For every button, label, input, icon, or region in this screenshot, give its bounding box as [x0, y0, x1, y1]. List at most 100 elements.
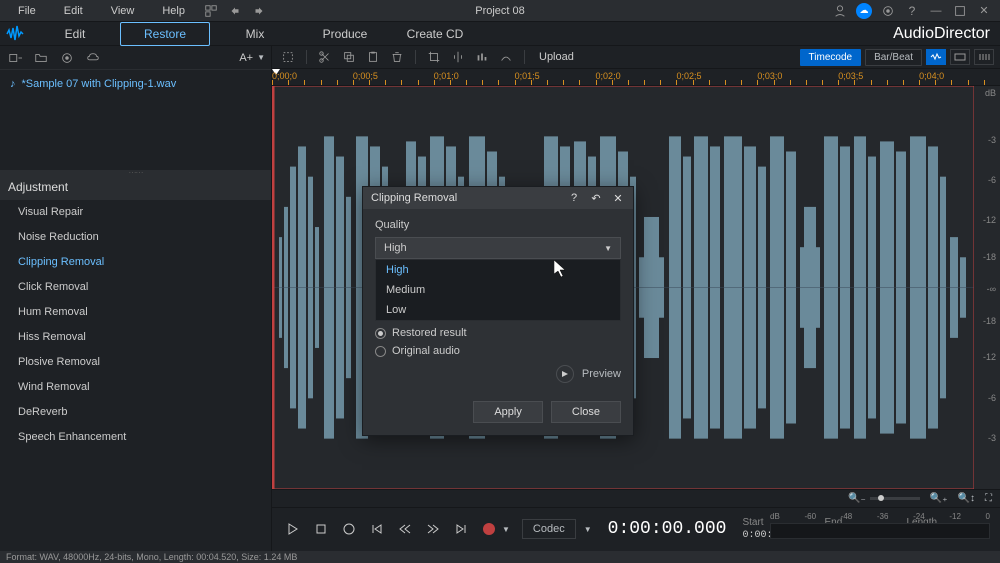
play-button[interactable] [282, 518, 304, 540]
dialog-close-icon[interactable]: ✕ [611, 192, 625, 205]
skip-start-button[interactable] [366, 518, 388, 540]
adj-noise-reduction[interactable]: Noise Reduction [0, 225, 271, 250]
menu-file[interactable]: File [4, 2, 50, 20]
dialog-title: Clipping Removal [371, 192, 457, 204]
timeline-tick: 0;00;0 [272, 71, 297, 81]
undo-icon[interactable] [227, 3, 243, 19]
file-list: ♪ *Sample 07 with Clipping-1.wav [0, 70, 271, 170]
zoom-v-icon[interactable]: 🔍↕ [958, 493, 975, 504]
normalize-icon[interactable] [472, 47, 492, 67]
library-icon[interactable] [203, 3, 219, 19]
timecode-toggle[interactable]: Timecode [800, 49, 862, 66]
split-icon[interactable] [448, 47, 468, 67]
timeline-tick: 0;02;5 [676, 71, 701, 81]
tab-mix[interactable]: Mix [210, 23, 300, 45]
adj-visual-repair[interactable]: Visual Repair [0, 200, 271, 225]
apply-button[interactable]: Apply [473, 401, 543, 423]
skip-end-button[interactable] [450, 518, 472, 540]
crop-icon[interactable] [424, 47, 444, 67]
meter-scale: -48 [841, 512, 853, 521]
loop-button[interactable] [338, 518, 360, 540]
user-icon[interactable] [832, 3, 848, 19]
timecode-display: 0:00:00.000 [608, 519, 727, 539]
view-btn-1[interactable] [926, 49, 946, 65]
minimize-icon[interactable]: — [928, 3, 944, 19]
adj-clipping-removal[interactable]: Clipping Removal [0, 250, 271, 275]
zoom-out-h-icon[interactable]: 🔍₋ [848, 493, 920, 504]
timeline-tick: 0;03;0 [757, 71, 782, 81]
dialog-reset-icon[interactable]: ↶ [589, 192, 603, 205]
cut-icon[interactable] [315, 47, 335, 67]
settings-icon[interactable] [880, 3, 896, 19]
codec-button[interactable]: Codec [522, 519, 576, 539]
view-btn-2[interactable] [950, 49, 970, 65]
upload-button[interactable]: Upload [533, 49, 580, 65]
tab-restore[interactable]: Restore [120, 22, 210, 46]
font-dropdown-icon[interactable]: ▼ [257, 53, 265, 62]
menu-bar: File Edit View Help Project 08 ☁ ? — ✕ [0, 0, 1000, 22]
codec-dropdown-icon[interactable]: ▼ [584, 525, 592, 534]
barbeat-toggle[interactable]: Bar/Beat [865, 49, 922, 66]
original-radio-row[interactable]: Original audio [375, 345, 621, 357]
radio-on-icon [375, 328, 386, 339]
paste-icon[interactable] [363, 47, 383, 67]
adj-wind-removal[interactable]: Wind Removal [0, 375, 271, 400]
quality-opt-low[interactable]: Low [376, 300, 620, 320]
help-icon[interactable]: ? [904, 3, 920, 19]
timeline-ruler[interactable]: 0;00;00;00;50;01;00;01;50;02;00;02;50;03… [272, 69, 1000, 86]
preview-play-button[interactable] [556, 365, 574, 383]
adj-dereverb[interactable]: DeReverb [0, 400, 271, 425]
brand-label: AudioDirector [893, 25, 990, 43]
close-button[interactable]: Close [551, 401, 621, 423]
view-btn-3[interactable] [974, 49, 994, 65]
folder-icon[interactable] [32, 49, 50, 67]
tab-produce[interactable]: Produce [300, 23, 390, 45]
download-cloud-icon[interactable] [84, 49, 102, 67]
menu-view[interactable]: View [97, 2, 149, 20]
dialog-help-icon[interactable]: ? [567, 192, 581, 205]
record-icon[interactable] [58, 49, 76, 67]
mode-tabs: Edit Restore Mix Produce Create CD Audio… [0, 22, 1000, 46]
zoom-in-h-icon[interactable]: 🔍₊ [930, 493, 948, 504]
db-label: -3 [988, 135, 996, 145]
timeline-tick: 0;00;5 [353, 71, 378, 81]
forward-button[interactable] [422, 518, 444, 540]
tab-edit[interactable]: Edit [30, 23, 120, 45]
redo-icon[interactable] [251, 3, 267, 19]
main-toolbar: Upload Timecode Bar/Beat [272, 46, 1000, 69]
adj-speech-enhancement[interactable]: Speech Enhancement [0, 425, 271, 450]
timeline-tick: 0;04;0 [919, 71, 944, 81]
menu-edit[interactable]: Edit [50, 2, 97, 20]
fade-icon[interactable] [496, 47, 516, 67]
adj-plosive-removal[interactable]: Plosive Removal [0, 350, 271, 375]
app-logo [0, 24, 30, 44]
preview-label: Preview [582, 368, 621, 380]
quality-select[interactable]: High ▼ [375, 237, 621, 259]
import-icon[interactable] [6, 49, 24, 67]
select-tool-icon[interactable] [278, 47, 298, 67]
stop-button[interactable] [310, 518, 332, 540]
left-toolbar: A+ ▼ [0, 46, 271, 70]
close-icon[interactable]: ✕ [976, 3, 992, 19]
cloud-icon[interactable]: ☁ [856, 3, 872, 19]
adj-click-removal[interactable]: Click Removal [0, 275, 271, 300]
adj-hiss-removal[interactable]: Hiss Removal [0, 325, 271, 350]
menu-help[interactable]: Help [148, 2, 199, 20]
radio-off-icon [375, 346, 386, 357]
project-title: Project 08 [475, 5, 525, 17]
restored-radio-row[interactable]: Restored result [375, 327, 621, 339]
record-button[interactable] [478, 518, 500, 540]
record-dropdown-icon[interactable]: ▼ [502, 525, 510, 534]
quality-opt-high[interactable]: High [376, 260, 620, 280]
meter-scale: 0 [986, 512, 990, 521]
tab-create-cd[interactable]: Create CD [390, 23, 480, 45]
delete-icon[interactable] [387, 47, 407, 67]
font-size-label[interactable]: A+ [239, 52, 253, 64]
adj-hum-removal[interactable]: Hum Removal [0, 300, 271, 325]
file-item[interactable]: ♪ *Sample 07 with Clipping-1.wav [4, 74, 267, 94]
maximize-icon[interactable] [952, 3, 968, 19]
quality-opt-medium[interactable]: Medium [376, 280, 620, 300]
rewind-button[interactable] [394, 518, 416, 540]
copy-icon[interactable] [339, 47, 359, 67]
zoom-fit-icon[interactable]: ⛶ [985, 493, 992, 504]
